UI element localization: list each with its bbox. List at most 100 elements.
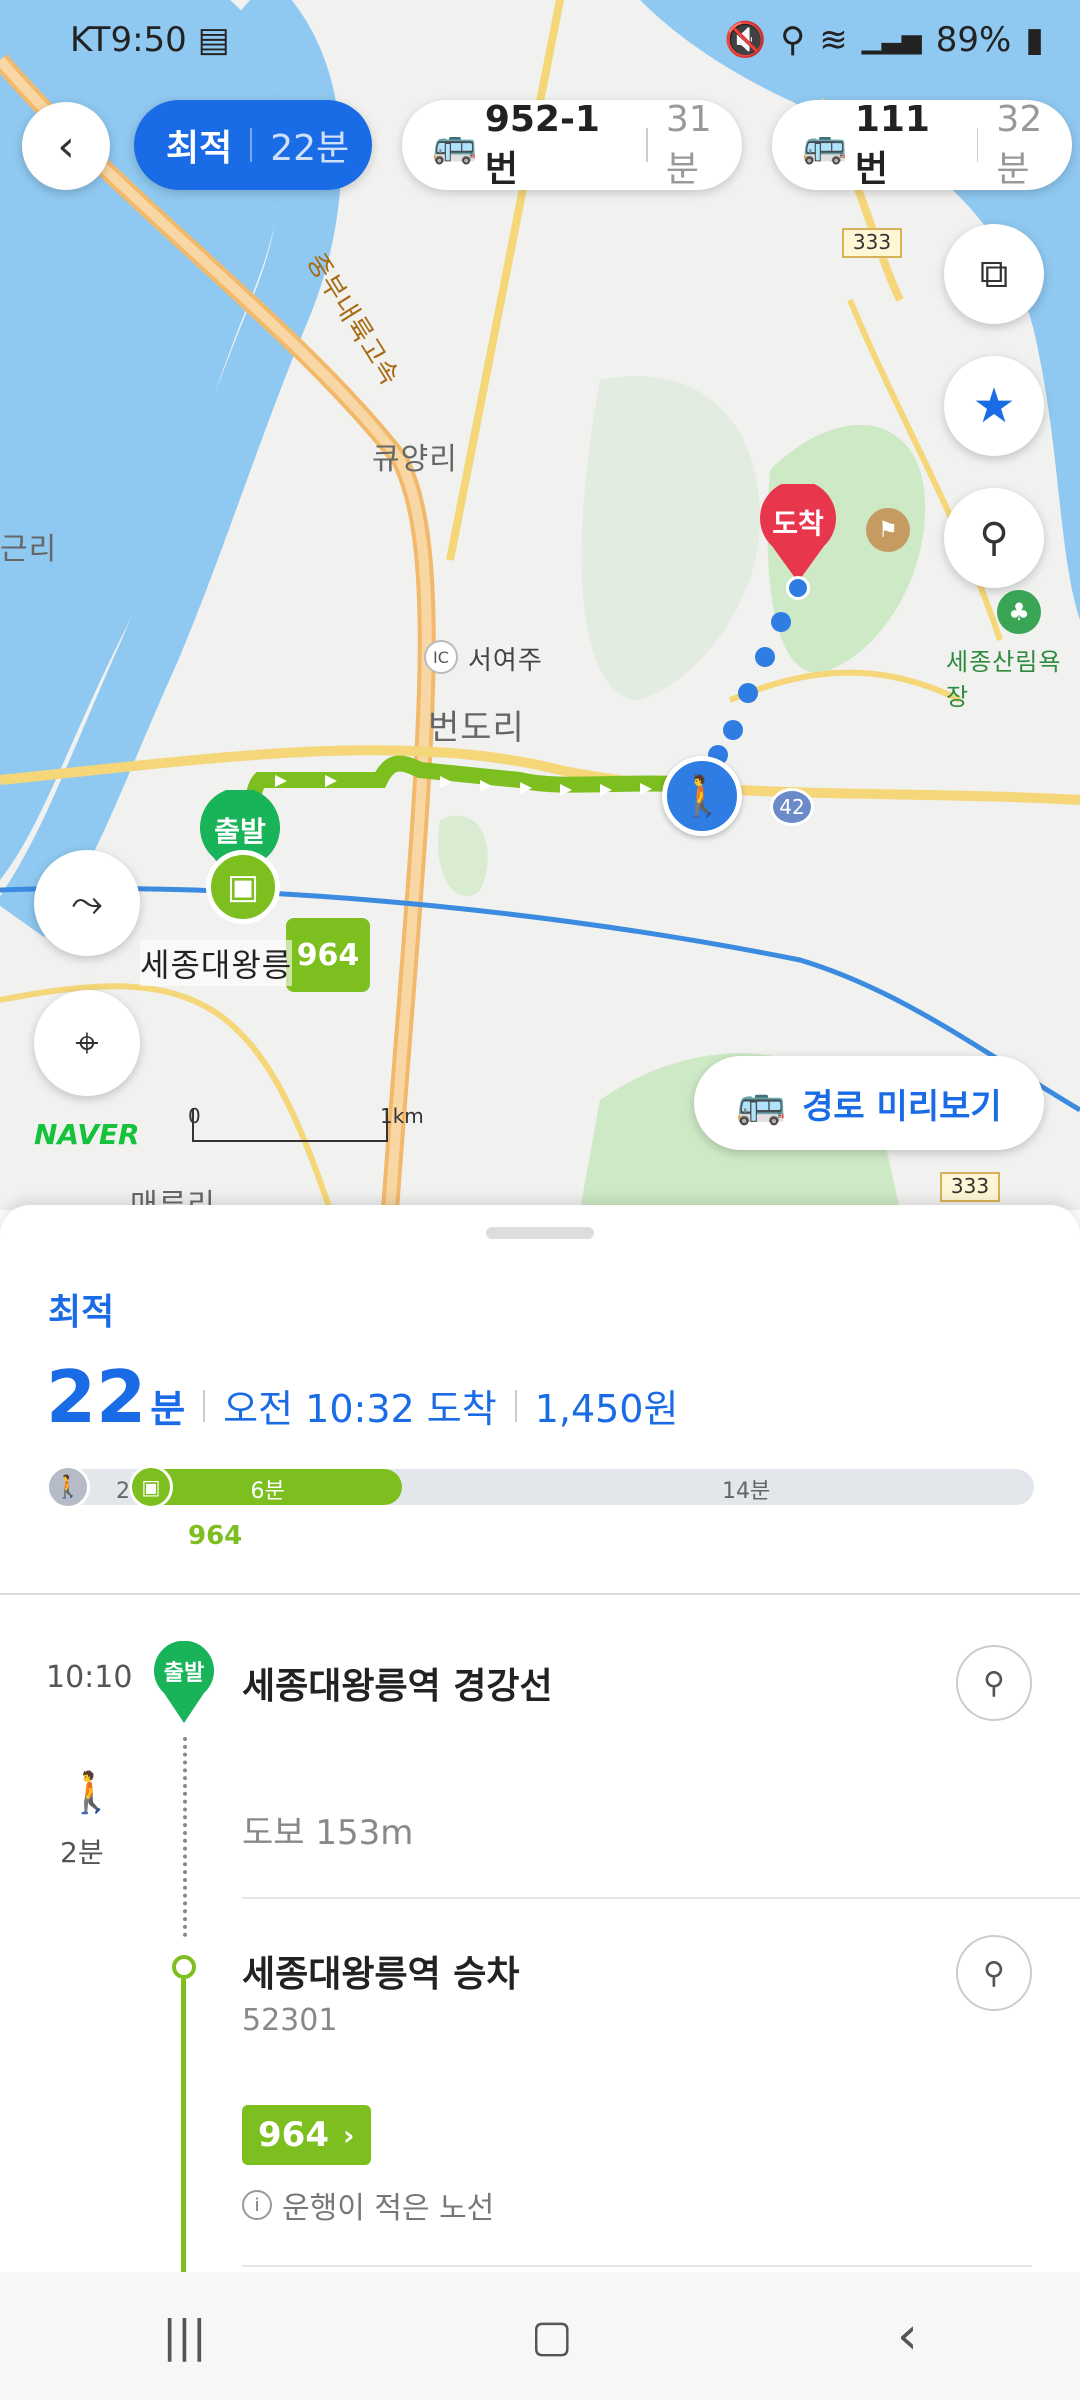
bus-connector: [181, 1979, 186, 2279]
route-mode-button[interactable]: ⤳: [34, 850, 140, 956]
tab-optimal[interactable]: 최적 22분: [134, 100, 372, 190]
walk-icon: 🚶: [46, 1465, 90, 1509]
board-step-title: 세종대왕릉역 승차: [242, 1954, 520, 1995]
home-button[interactable]: ▢: [531, 2311, 573, 2362]
naver-logo: NAVER: [34, 1118, 140, 1151]
scale-zero: 0: [188, 1104, 201, 1128]
tab-label: 952-1번: [484, 98, 600, 190]
landmark-icon: ⚑: [866, 508, 910, 552]
chevron-right-icon: ›: [342, 2118, 355, 2152]
minutes-unit: 분: [150, 1387, 186, 1431]
signal-icon: ▁▃▅: [861, 25, 922, 55]
system-nav-bar: ||| ▢ ‹: [0, 2272, 1080, 2400]
star-icon: ★: [972, 378, 1016, 434]
walk-distance: 도보 153m: [242, 1813, 414, 1853]
notice-text: 운행이 적은 노선: [282, 2191, 495, 2226]
map-view[interactable]: 큐양리 근리 서여주 번도리 세종산림욕장 매류리 중부내륙고속 IC 333 …: [0, 0, 1080, 1210]
location-icon: ⚲: [780, 20, 806, 60]
tab-952-1[interactable]: 🚌 952-1번 31분: [402, 98, 742, 190]
wifi-icon: ≋: [819, 20, 848, 60]
start-place-label: 세종대왕릉: [140, 940, 293, 986]
bus-icon: ▣: [129, 1465, 173, 1509]
back-button[interactable]: ‹: [22, 102, 110, 190]
bus-stop-icon: ▣: [206, 850, 280, 924]
carrier-label: KT: [70, 20, 111, 60]
route-shield: 42: [770, 788, 814, 826]
park-icon: ♣: [997, 590, 1041, 634]
remaining-duration: 14분: [722, 1479, 771, 1504]
bus-route-number: 964: [258, 2115, 329, 2155]
end-marker[interactable]: 도착: [758, 480, 838, 588]
start-step-marker: 출발: [152, 1640, 216, 1729]
route-timeline-bar: 🚶 2분 ▣ 6분 14분: [46, 1465, 1034, 1509]
pin-icon: ⚲: [983, 1665, 1005, 1701]
bus-icon: 🚌: [802, 125, 847, 166]
info-icon: i: [242, 2190, 272, 2220]
board-location-button[interactable]: ⚲: [956, 1935, 1032, 2011]
walk-marker-icon: 🚶: [662, 756, 742, 836]
scale-km: 1km: [380, 1104, 424, 1128]
route-notice: i 운행이 적은 노선: [242, 2183, 494, 2227]
bus-number-tag: 964: [286, 918, 370, 992]
arrival-time: 오전 10:32 도착: [223, 1387, 497, 1431]
tab-label: 최적: [166, 128, 233, 169]
tab-111[interactable]: 🚌 111번 32분: [772, 98, 1072, 190]
board-node: [172, 1955, 196, 1979]
layers-icon: ⧉: [979, 251, 1009, 297]
divider: [242, 2265, 1032, 2267]
pin-icon: ⚲: [983, 1955, 1005, 1991]
bus-icon: 🚌: [432, 125, 477, 166]
route-preview-button[interactable]: 🚌 경로 미리보기: [694, 1056, 1044, 1150]
map-label-place: 근리: [0, 532, 58, 567]
route-detail-sheet[interactable]: 최적 22 분 오전 10:32 도착 1,450원 🚶 2분 ▣ 6분 14분…: [0, 1205, 1080, 2279]
favorite-button[interactable]: ★: [944, 356, 1044, 456]
bus-duration: 6분: [250, 1479, 285, 1504]
map-label-place: 서여주: [468, 646, 543, 676]
map-label-place: 큐양리: [372, 442, 458, 477]
tab-duration: 31분: [665, 98, 712, 190]
divider: [0, 1593, 1080, 1595]
scale-bar: [192, 1108, 388, 1142]
summary-line: 22 분 오전 10:32 도착 1,450원: [46, 1355, 678, 1439]
bus-route-badge[interactable]: 964 ›: [242, 2105, 371, 2165]
map-label-place: 세종산림욕장: [946, 648, 1062, 711]
route-icon: ⤳: [71, 880, 103, 926]
layers-button[interactable]: ⧉: [944, 224, 1044, 324]
start-time: 10:10: [46, 1660, 133, 1695]
walk-step-duration: 2분: [60, 1836, 104, 1869]
bar-bus-number: 964: [188, 1521, 243, 1551]
tab-duration: 22분: [270, 128, 350, 169]
clock: 9:50: [110, 20, 187, 60]
crosshair-icon: ⌖: [75, 1018, 99, 1067]
route-preview-label: 경로 미리보기: [802, 1086, 1002, 1127]
pin-button[interactable]: ⚲: [944, 488, 1044, 588]
divider: [242, 1897, 1080, 1899]
route-type-label: 최적: [48, 1292, 115, 1333]
route-shield: 333: [940, 1172, 1000, 1202]
walk-step-icon: 🚶: [66, 1770, 116, 1816]
fare: 1,450원: [534, 1387, 679, 1431]
walk-connector: [183, 1737, 187, 1937]
my-location-button[interactable]: ⌖: [34, 990, 140, 1096]
drag-handle[interactable]: [486, 1227, 594, 1239]
status-bar: KT9:50 ▤ 🔇 ⚲ ≋ ▁▃▅ 89% ▮: [0, 0, 1080, 84]
start-step-badge: 출발: [163, 1661, 205, 1686]
tab-label: 111번: [854, 98, 930, 190]
recent-apps-button[interactable]: |||: [162, 2311, 206, 2362]
tab-duration: 32분: [996, 98, 1043, 190]
battery-icon: ▮: [1025, 20, 1044, 60]
bus-icon: 🚌: [736, 1080, 787, 1127]
route-shield: 333: [842, 228, 902, 258]
stop-code: 52301: [242, 2003, 338, 2038]
pin-icon: ⚲: [979, 515, 1009, 561]
map-label-place: 번도리: [428, 708, 525, 748]
ic-icon: IC: [424, 640, 458, 674]
back-nav-button[interactable]: ‹: [897, 2306, 918, 2366]
start-location-button[interactable]: ⚲: [956, 1645, 1032, 1721]
notification-icon: ▤: [197, 20, 230, 60]
end-marker-label: 도착: [772, 507, 824, 540]
total-minutes: 22: [46, 1355, 147, 1439]
battery-level: 89%: [935, 20, 1012, 60]
start-step-title: 세종대왕릉역 경강선: [242, 1666, 553, 1707]
end-point: [786, 576, 810, 600]
